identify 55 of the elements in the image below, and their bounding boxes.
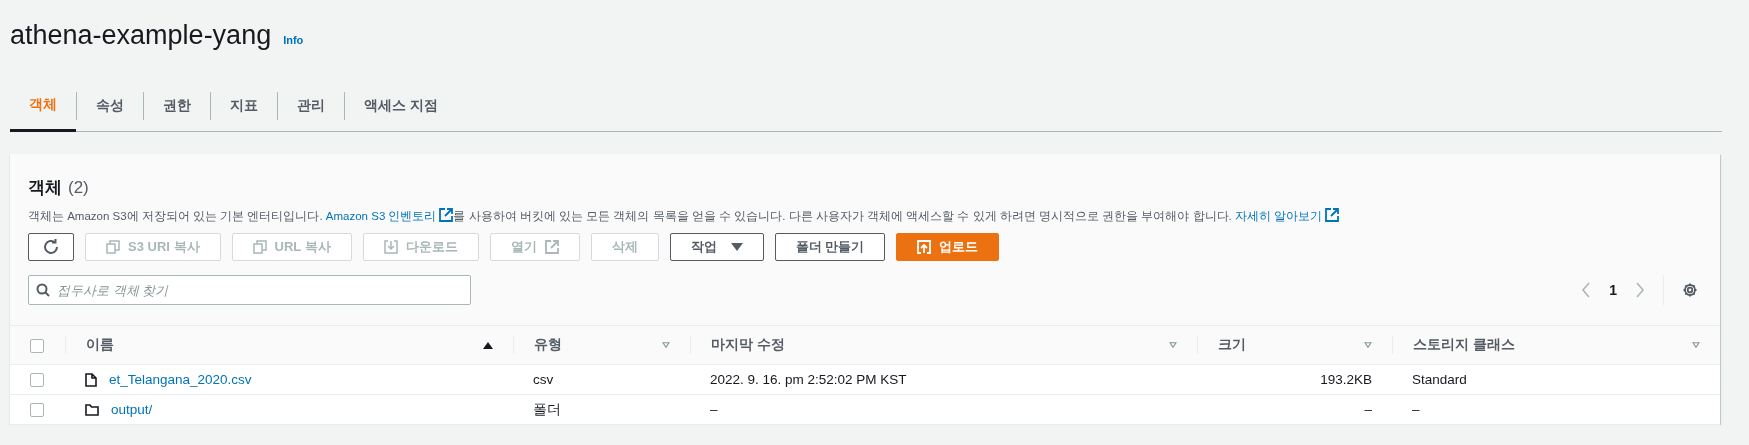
sort-ascending-icon[interactable]	[483, 341, 493, 349]
tab[interactable]: 속성	[77, 81, 143, 131]
column-header[interactable]: 스토리지 클래스	[1413, 336, 1515, 354]
tab[interactable]: 관리	[278, 81, 344, 131]
table-cell: –	[1392, 394, 1720, 425]
page-title: athena-example-yang	[10, 20, 272, 51]
select-all-checkbox[interactable]	[30, 338, 44, 353]
table-cell: 2022. 9. 16. pm 2:52:02 PM KST	[690, 364, 1197, 395]
upload-icon	[917, 240, 932, 254]
refresh-icon	[43, 239, 59, 255]
column-header[interactable]: 이름	[86, 336, 114, 354]
page-number[interactable]: 1	[1609, 282, 1617, 298]
column-header[interactable]: 마지막 수정	[711, 336, 785, 354]
sort-icon[interactable]	[662, 342, 670, 348]
search-field[interactable]: 접두사로 객체 찾기	[28, 275, 471, 305]
folder-icon	[85, 403, 99, 416]
sort-icon[interactable]	[1169, 342, 1177, 348]
row-checkbox[interactable]	[30, 403, 44, 418]
section-title: 객체	[28, 177, 62, 199]
tab[interactable]: 액세스 지점	[345, 81, 457, 131]
info-link[interactable]: Info	[283, 34, 304, 46]
column-header[interactable]: 크기	[1218, 336, 1246, 354]
table-cell: –	[1197, 394, 1392, 425]
settings-icon[interactable]	[1682, 282, 1698, 298]
table-cell: csv	[513, 364, 690, 395]
link[interactable]: 자세히 알아보기	[1235, 210, 1340, 222]
previous-page-icon[interactable]	[1581, 282, 1592, 298]
search-icon	[36, 283, 50, 297]
object-name-link[interactable]: output/	[111, 402, 153, 417]
copy-icon	[106, 240, 120, 254]
object-name-link[interactable]: et_Telangana_2020.csv	[109, 372, 252, 387]
tab[interactable]: 지표	[211, 81, 277, 131]
download-icon	[383, 240, 398, 254]
copy-icon	[252, 240, 267, 254]
description-text: 객체는 Amazon S3에 저장되어 있는 기본 엔터티입니다. Amazon S3 인벤토리 를 사용하여 버킷에 있는 모든 객체의 목록을 얻을 수 있습니다. 다른 사용자가 객체에 액세스할 수 있게 하려면 명시적으로 권한을 부여해야 합니다. 자세히 알아보기	[28, 208, 1702, 224]
caret-icon	[730, 243, 743, 251]
external-link-icon	[1325, 208, 1340, 222]
next-page-icon[interactable]	[1635, 282, 1645, 298]
toolbar-button[interactable]: 폴더 만들기	[774, 233, 886, 261]
sort-icon[interactable]	[1692, 342, 1700, 348]
row-checkbox[interactable]	[30, 373, 44, 388]
external-link-icon	[544, 240, 559, 254]
external-link-icon	[439, 208, 454, 222]
actions-dropdown[interactable]: 작업	[669, 233, 764, 261]
table-cell: –	[690, 394, 1197, 425]
tab[interactable]: 권한	[144, 81, 210, 131]
refresh-button[interactable]	[28, 233, 74, 261]
link[interactable]: Amazon S3 인벤토리	[325, 210, 454, 222]
table-cell: 193.2KB	[1197, 364, 1392, 395]
table-cell: Standard	[1392, 364, 1720, 395]
object-count: (2)	[68, 178, 89, 198]
sort-icon[interactable]	[1364, 342, 1372, 348]
column-header[interactable]: 유형	[534, 336, 562, 354]
table-cell: 폴더	[513, 394, 690, 425]
file-icon	[85, 372, 97, 387]
